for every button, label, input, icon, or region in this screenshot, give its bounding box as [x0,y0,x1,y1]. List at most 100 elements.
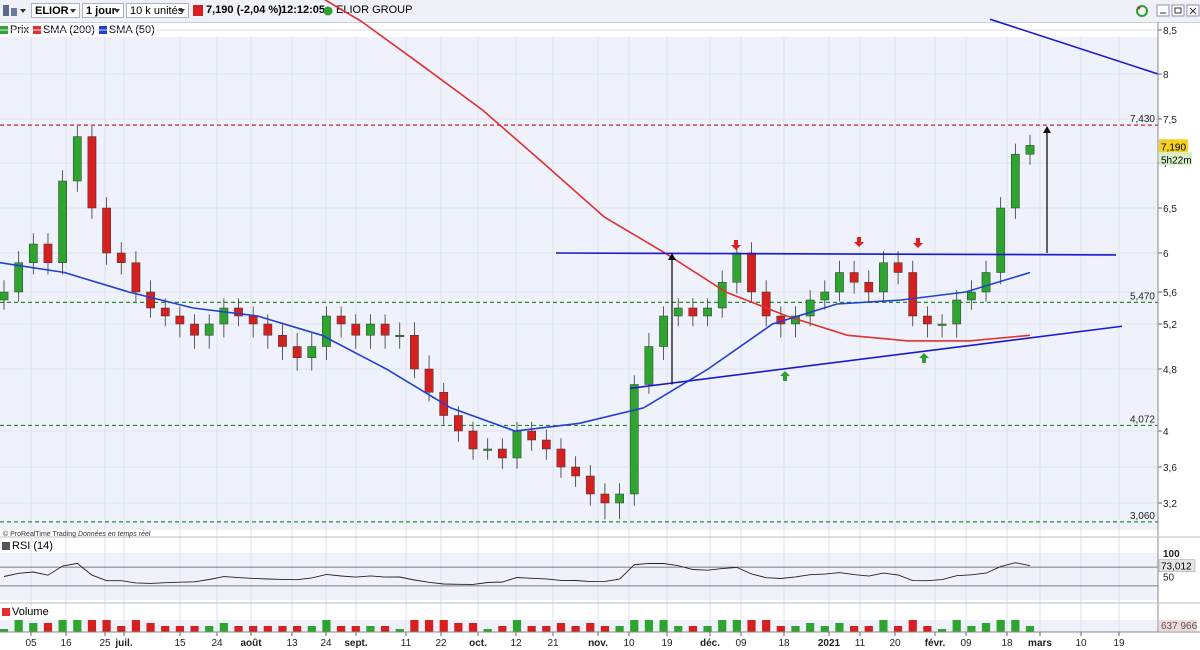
symbol-text: ELIOR [35,5,69,17]
candle-body [673,307,683,317]
volume-bar [146,623,155,632]
price-tick-label: 7 [1163,159,1169,170]
candle-body [967,291,976,301]
volume-bar [102,620,111,632]
candle-body [454,415,463,432]
candle-body [527,430,537,441]
rsi-label-text: RSI (14) [12,540,53,552]
support-trendline [629,325,1123,390]
volume-bar [762,620,771,632]
price-legend: Prix SMA (200) SMA (50) [0,23,155,36]
volume-bar [996,620,1005,632]
volume-bar [879,620,888,632]
volume-bar [483,629,492,632]
refresh-icon[interactable] [1134,3,1150,18]
maximize-icon[interactable] [1171,3,1185,18]
level-label: 3,060 [1130,511,1155,522]
volume-swatch [2,608,10,616]
x-axis-label: oct. [469,638,487,649]
candle-body [600,493,610,504]
volume-bar [351,626,360,632]
volume-bar [58,620,67,632]
candle-body [336,315,346,325]
candle-body [805,299,815,317]
candle-body [615,493,624,504]
volume-bar [659,620,668,632]
level-label: 5,470 [1130,291,1155,302]
rsi-label[interactable]: RSI (14) [2,540,53,552]
volume-bar [219,623,228,632]
price-tick-label: 5,6 [1163,288,1177,299]
legend-price[interactable]: Prix [0,23,29,36]
candle-body [234,307,243,317]
legend-price-swatch [0,25,8,34]
close-icon[interactable] [1186,3,1200,18]
candle-body [204,323,214,336]
price-tick-label: 8,5 [1163,26,1177,37]
candle-body [219,307,229,325]
volume-bar [806,623,815,632]
price-chart[interactable]: 637 966 100 5073,012 7,430 5,470 4,072 3,060… [0,0,1200,650]
x-axis-label: déc. [700,638,720,649]
volume-panel-bg [0,620,1158,632]
volume-bar [131,620,141,632]
x-axis-label: 09 [735,638,747,649]
legend-sma200[interactable]: SMA (200) [32,23,95,36]
legend-price-label: Prix [10,23,29,36]
symbol-input[interactable]: ELIOR [31,3,80,18]
period-select[interactable]: 1 jour [82,3,124,18]
volume-bar [249,626,258,632]
candle-body [380,323,390,336]
candle-body [571,466,580,477]
x-axis-label: 21 [547,638,559,649]
x-axis-label: 13 [286,638,298,649]
rsi-panel-bg [0,553,1158,600]
x-axis-label: mars [1028,638,1052,649]
candle-body [307,346,317,358]
candle-body [483,448,493,451]
volume-bar [864,626,873,632]
x-axis-label: 24 [211,638,223,649]
units-select[interactable]: 10 k unités [126,3,189,18]
rsi-tick-label: 100 [1163,549,1180,560]
x-axis-label: 2021 [818,638,841,649]
volume-bar [307,626,316,632]
quote-time: 12:12:05 [281,4,326,16]
candle-body [87,136,97,209]
volume-bar [586,623,595,632]
candle-body [1010,153,1020,209]
legend-sma50[interactable]: SMA (50) [98,23,155,36]
level-label: 7,430 [1130,114,1155,125]
minimize-icon[interactable] [1156,3,1170,18]
x-axis-label: 10 [623,638,635,649]
volume-bar [395,629,404,632]
volume-bar [73,620,82,632]
volume-bar [923,626,932,632]
candle-body [541,439,551,450]
x-axis-label: 05 [25,638,37,649]
tools-icon[interactable] [2,3,28,18]
volume-bar [293,626,302,632]
x-axis-label: 25 [99,638,111,649]
volume-label[interactable]: Volume [2,606,49,618]
candle-body [28,243,38,263]
x-axis-label: juil. [114,638,132,649]
candle-body [585,475,595,495]
volume-bar [190,626,199,632]
x-axis-label: 10 [1075,638,1087,649]
target-arrow-head [1043,126,1051,134]
x-axis-label: août [240,638,262,649]
candle-body [14,262,24,293]
countdown-tag [1159,152,1192,166]
volume-bar [630,620,639,632]
candle-body [102,207,111,254]
period-text: 1 jour [86,5,116,17]
volume-bar [615,626,624,632]
candle-body [278,335,287,347]
x-axis-label: 16 [60,638,72,649]
rsi-tick-label: 50 [1163,573,1175,584]
volume-bar [87,620,97,632]
price-tick-label: 5,2 [1163,320,1177,331]
units-text: 10 k unités [130,5,184,17]
price-tick-label: 6 [1163,249,1169,260]
